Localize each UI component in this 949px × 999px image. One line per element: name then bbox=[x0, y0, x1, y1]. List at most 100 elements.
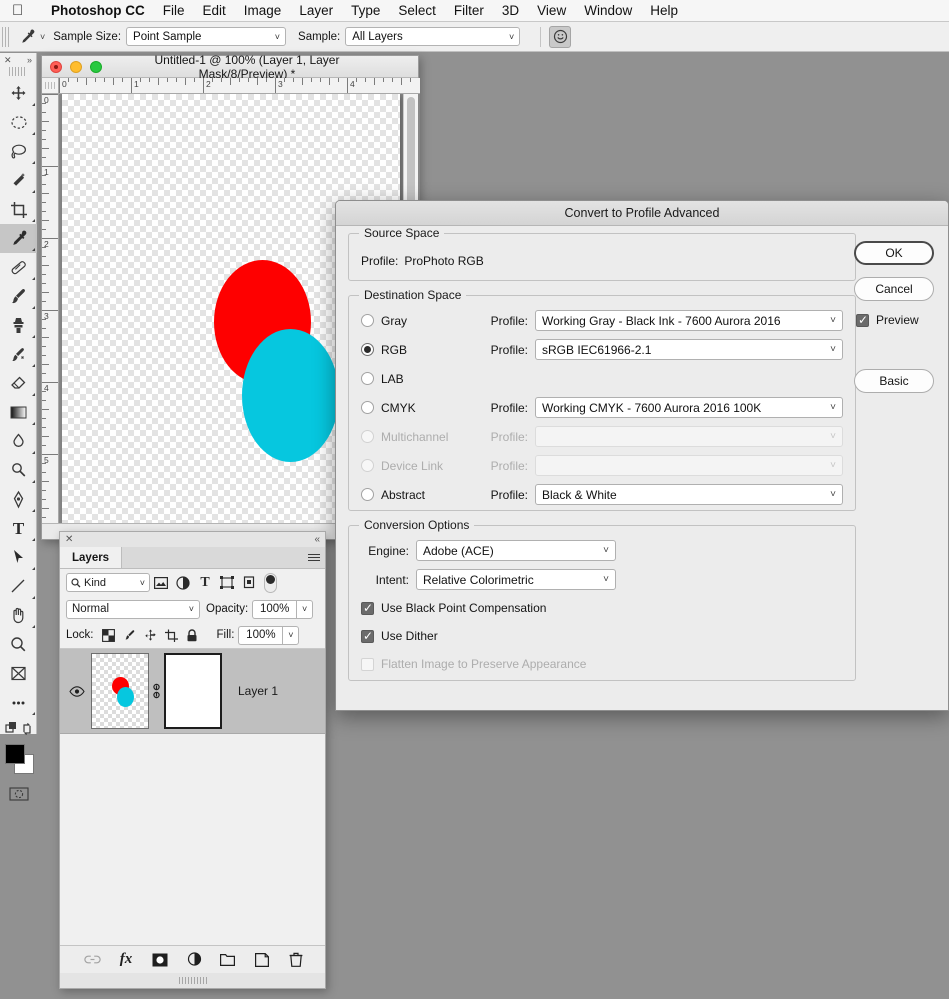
maximize-window-button[interactable] bbox=[90, 61, 102, 73]
tool-frame[interactable] bbox=[0, 659, 37, 688]
expand-icon[interactable]: » bbox=[27, 55, 32, 65]
tools-panel-grip[interactable] bbox=[9, 67, 27, 76]
menu-view[interactable]: View bbox=[528, 3, 575, 18]
layers-panel-resize-grip[interactable] bbox=[60, 973, 325, 988]
close-icon[interactable]: ✕ bbox=[4, 55, 12, 66]
tool-more[interactable] bbox=[0, 688, 37, 717]
horizontal-ruler[interactable]: 0 1 2 3 4 bbox=[59, 78, 420, 94]
close-icon[interactable]: ✕ bbox=[65, 534, 73, 545]
tool-eyedropper[interactable] bbox=[0, 224, 37, 253]
tool-healing-brush[interactable] bbox=[0, 253, 37, 282]
opacity-input[interactable]: 100% bbox=[252, 600, 296, 619]
checkbox-preview[interactable] bbox=[856, 314, 869, 327]
destination-option-cmyk[interactable]: CMYK Profile: Working CMYK - 7600 Aurora… bbox=[361, 393, 843, 422]
smartobject-filter-icon[interactable] bbox=[238, 573, 260, 593]
menu-select[interactable]: Select bbox=[389, 3, 445, 18]
sample-select[interactable]: All Layers ˅ bbox=[345, 27, 520, 46]
tool-dodge[interactable] bbox=[0, 456, 37, 485]
tool-hand[interactable] bbox=[0, 601, 37, 630]
lock-artboard-icon[interactable] bbox=[161, 625, 182, 645]
foreground-color-swatch[interactable] bbox=[5, 744, 25, 764]
intent-select[interactable]: Relative Colorimetric ˅ bbox=[416, 569, 616, 590]
layer-row[interactable]: Layer 1 bbox=[60, 649, 325, 734]
profile-select-gray[interactable]: Working Gray - Black Ink - 7600 Aurora 2… bbox=[535, 310, 843, 331]
menu-photoshop[interactable]: Photoshop CC bbox=[42, 3, 154, 18]
collapse-icon[interactable]: « bbox=[314, 534, 320, 545]
tool-crop[interactable] bbox=[0, 195, 37, 224]
type-filter-icon[interactable]: T bbox=[194, 573, 216, 593]
black-point-compensation-row[interactable]: Use Black Point Compensation bbox=[361, 594, 843, 622]
tool-line[interactable] bbox=[0, 572, 37, 601]
tool-quick-selection[interactable] bbox=[0, 166, 37, 195]
adjustment-filter-icon[interactable] bbox=[172, 573, 194, 593]
tool-clone-stamp[interactable] bbox=[0, 311, 37, 340]
engine-select[interactable]: Adobe (ACE) ˅ bbox=[416, 540, 616, 561]
tool-pen[interactable] bbox=[0, 485, 37, 514]
opacity-stepper[interactable]: ˅ bbox=[296, 600, 313, 619]
profile-select-abstract[interactable]: Black & White ˅ bbox=[535, 484, 843, 505]
pixel-filter-icon[interactable] bbox=[150, 573, 172, 593]
tab-layers[interactable]: Layers bbox=[60, 547, 122, 568]
menu-window[interactable]: Window bbox=[575, 3, 641, 18]
layer-thumbnail[interactable] bbox=[91, 653, 149, 729]
lock-transparency-icon[interactable] bbox=[98, 625, 119, 645]
destination-option-abstract[interactable]: Abstract Profile: Black & White ˅ bbox=[361, 480, 843, 509]
tool-preset-chevron-icon[interactable]: ˅ bbox=[40, 32, 45, 42]
sample-ring-icon[interactable] bbox=[549, 26, 571, 48]
lock-position-icon[interactable] bbox=[140, 625, 161, 645]
radio-abstract[interactable] bbox=[361, 488, 374, 501]
radio-gray[interactable] bbox=[361, 314, 374, 327]
menu-help[interactable]: Help bbox=[641, 3, 687, 18]
delete-layer-icon[interactable] bbox=[287, 950, 305, 970]
layer-mask-thumbnail[interactable] bbox=[164, 653, 222, 729]
cancel-button[interactable]: Cancel bbox=[854, 277, 934, 301]
radio-lab[interactable] bbox=[361, 372, 374, 385]
menu-type[interactable]: Type bbox=[342, 3, 389, 18]
document-titlebar[interactable]: Untitled-1 @ 100% (Layer 1, Layer Mask/8… bbox=[42, 56, 418, 78]
tool-move[interactable] bbox=[0, 79, 37, 108]
layers-list-empty-area[interactable] bbox=[60, 734, 325, 951]
use-dither-row[interactable]: Use Dither bbox=[361, 622, 843, 650]
profile-select-rgb[interactable]: sRGB IEC61966-2.1 ˅ bbox=[535, 339, 843, 360]
new-layer-icon[interactable] bbox=[253, 950, 271, 970]
tool-gradient[interactable] bbox=[0, 398, 37, 427]
tool-history-brush[interactable] bbox=[0, 340, 37, 369]
minimize-window-button[interactable] bbox=[70, 61, 82, 73]
shape-filter-icon[interactable] bbox=[216, 573, 238, 593]
panel-menu-icon[interactable] bbox=[303, 547, 325, 568]
menu-file[interactable]: File bbox=[154, 3, 194, 18]
ruler-corner[interactable] bbox=[42, 78, 59, 94]
close-window-button[interactable] bbox=[50, 61, 62, 73]
tool-path-selection[interactable] bbox=[0, 543, 37, 572]
lock-all-icon[interactable] bbox=[182, 625, 203, 645]
menu-edit[interactable]: Edit bbox=[194, 3, 235, 18]
filter-toggle-switch[interactable] bbox=[264, 573, 277, 593]
tool-zoom[interactable] bbox=[0, 630, 37, 659]
menu-3d[interactable]: 3D bbox=[493, 3, 528, 18]
profile-select-cmyk[interactable]: Working CMYK - 7600 Aurora 2016 100K ˅ bbox=[535, 397, 843, 418]
preview-row[interactable]: Preview bbox=[856, 313, 934, 327]
tool-eraser[interactable] bbox=[0, 369, 37, 398]
quick-mask-icon[interactable] bbox=[0, 779, 37, 808]
tool-lasso[interactable] bbox=[0, 137, 37, 166]
blend-mode-select[interactable]: Normal ˅ bbox=[66, 600, 200, 619]
menu-filter[interactable]: Filter bbox=[445, 3, 493, 18]
dialog-titlebar[interactable]: Convert to Profile Advanced bbox=[336, 201, 948, 226]
apple-logo-icon[interactable]:  bbox=[12, 3, 30, 18]
radio-rgb[interactable] bbox=[361, 343, 374, 356]
ok-button[interactable]: OK bbox=[854, 241, 934, 265]
layer-visibility-toggle[interactable] bbox=[62, 686, 91, 697]
tool-blur[interactable] bbox=[0, 427, 37, 456]
menu-layer[interactable]: Layer bbox=[290, 3, 342, 18]
radio-cmyk[interactable] bbox=[361, 401, 374, 414]
layer-mask-link-icon[interactable] bbox=[149, 683, 164, 699]
tool-elliptical-marquee[interactable] bbox=[0, 108, 37, 137]
destination-option-lab[interactable]: LAB bbox=[361, 364, 843, 393]
edit-toolbar-row[interactable] bbox=[0, 717, 37, 741]
options-bar-grip[interactable] bbox=[2, 27, 11, 47]
basic-button[interactable]: Basic bbox=[854, 369, 934, 393]
cyan-ellipse[interactable] bbox=[242, 329, 339, 462]
fill-stepper[interactable]: ˅ bbox=[282, 626, 299, 645]
destination-option-gray[interactable]: Gray Profile: Working Gray - Black Ink -… bbox=[361, 306, 843, 335]
checkbox-use-dither[interactable] bbox=[361, 630, 374, 643]
